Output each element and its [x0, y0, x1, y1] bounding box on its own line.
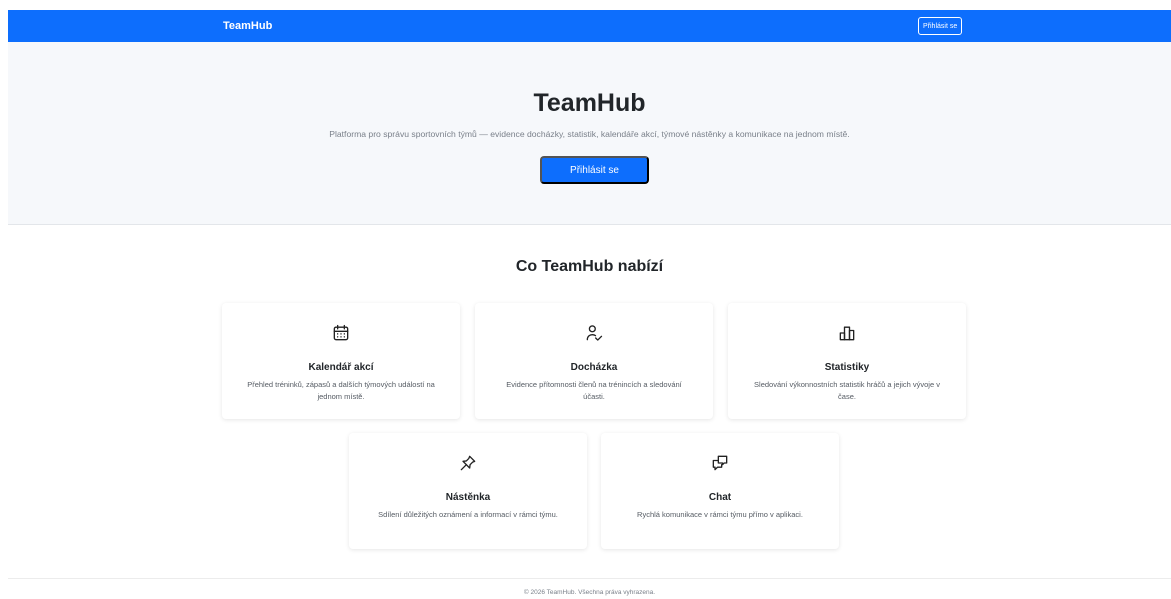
hero-login-button[interactable]: Přihlásit se: [540, 156, 649, 184]
feature-card-description: Přehled tréninků, zápasů a dalších týmov…: [247, 380, 435, 401]
feature-card-description: Sdílení důležitých oznámení a informací …: [378, 510, 558, 519]
footer-divider: [8, 578, 1171, 579]
hero-section: TeamHub Platforma pro správu sportovních…: [8, 42, 1171, 225]
feature-card-description: Rychlá komunikace v rámci týmu přímo v a…: [637, 510, 803, 519]
bar-chart-icon: [728, 323, 966, 343]
feature-card-attendance: Docházka Evidence přítomnosti členů na t…: [475, 303, 713, 419]
feature-card-title: Chat: [708, 492, 732, 503]
feature-card-description: Evidence přítomnosti členů na trénincích…: [506, 380, 682, 401]
brand-logo-link[interactable]: TeamHub: [223, 20, 272, 32]
user-check-icon: [475, 323, 713, 343]
feature-card-title: Statistiky: [824, 362, 870, 373]
feature-card-chat: Chat Rychlá komunikace v rámci týmu přím…: [601, 433, 839, 549]
calendar-icon: [222, 323, 460, 343]
features-title: Co TeamHub nabízí: [515, 258, 664, 275]
footer-copyright: © 2026 TeamHub. Všechna práva vyhrazena.: [523, 589, 656, 596]
chat-icon: [601, 453, 839, 473]
hero-subtitle: Platforma pro správu sportovních týmů — …: [329, 129, 850, 139]
feature-card-statistics: Statistiky Sledování výkonnostních stati…: [728, 303, 966, 419]
feature-card-title: Nástěnka: [445, 492, 491, 503]
navbar-login-button[interactable]: Přihlásit se: [918, 17, 963, 35]
feature-card-description: Sledování výkonnostních statistik hráčů …: [754, 380, 940, 401]
pin-icon: [349, 453, 587, 473]
feature-card-title: Docházka: [570, 362, 618, 373]
top-navbar: TeamHub Přihlásit se: [8, 10, 1171, 42]
feature-card-title: Kalendář akcí: [308, 362, 374, 373]
hero-title: TeamHub: [533, 89, 646, 117]
feature-card-calendar: Kalendář akcí Přehled tréninků, zápasů a…: [222, 303, 460, 419]
feature-card-board: Nástěnka Sdílení důležitých oznámení a i…: [349, 433, 587, 549]
